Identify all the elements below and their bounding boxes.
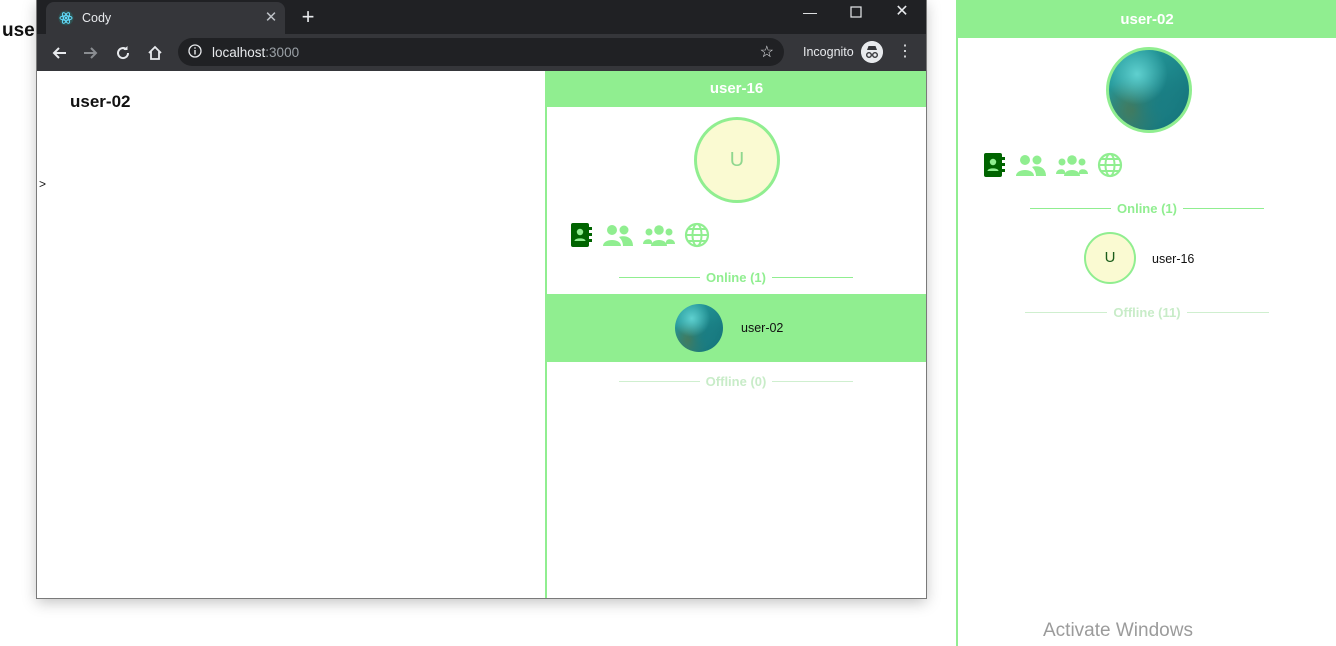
online-section-divider: Online (1) bbox=[1030, 200, 1265, 216]
close-icon[interactable]: ✕ bbox=[262, 8, 280, 26]
globe-icon[interactable] bbox=[684, 222, 710, 248]
arrow-right-icon[interactable] bbox=[77, 39, 105, 67]
contacts-book-icon[interactable] bbox=[982, 152, 1006, 178]
page-content: user-02 > user-16 U Online (1) user-02 O… bbox=[37, 71, 926, 598]
reload-icon[interactable] bbox=[109, 39, 137, 67]
sidebar-header: user-16 bbox=[547, 71, 926, 107]
maximize-icon[interactable] bbox=[834, 0, 878, 28]
url-host: localhost bbox=[212, 45, 266, 60]
browser-toolbar: localhost:3000 ☆ Incognito ⋮ bbox=[37, 34, 926, 71]
home-icon[interactable] bbox=[141, 39, 169, 67]
url-port: :3000 bbox=[265, 45, 300, 60]
globe-icon[interactable] bbox=[1097, 152, 1123, 178]
outer-chat-sidebar: user-02 Online (1) U user-16 Offline (11… bbox=[956, 0, 1336, 646]
browser-window: Cody ✕ + — ✕ localhost:3000 ☆ Incognito … bbox=[37, 0, 926, 598]
user-avatar[interactable]: U bbox=[694, 117, 780, 203]
react-logo-icon bbox=[58, 10, 74, 26]
offline-section-divider: Offline (11) bbox=[1025, 304, 1269, 320]
kebab-menu-icon[interactable]: ⋮ bbox=[895, 39, 915, 67]
contact-name: user-02 bbox=[741, 321, 784, 335]
contact-row-user-02[interactable]: user-02 bbox=[547, 294, 926, 362]
tab-cody[interactable]: Cody ✕ bbox=[46, 2, 285, 34]
arrow-left-icon[interactable] bbox=[45, 39, 73, 67]
contact-avatar bbox=[675, 304, 723, 352]
online-label: Online (1) bbox=[1117, 200, 1177, 216]
url-text: localhost:3000 bbox=[212, 45, 299, 60]
tab-title: Cody bbox=[82, 11, 112, 25]
info-icon[interactable] bbox=[188, 44, 202, 58]
inner-chat-sidebar: user-16 U Online (1) user-02 Offline (0) bbox=[545, 71, 926, 598]
star-icon[interactable]: ☆ bbox=[760, 42, 774, 62]
contacts-book-icon[interactable] bbox=[569, 222, 593, 248]
minimize-icon[interactable]: — bbox=[788, 0, 832, 28]
user-friends-icon[interactable] bbox=[1015, 152, 1047, 178]
offline-label: Offline (11) bbox=[1113, 304, 1181, 320]
tab-strip: Cody ✕ + — ✕ bbox=[37, 0, 926, 34]
user-friends-icon[interactable] bbox=[602, 222, 634, 248]
user-avatar[interactable] bbox=[1106, 47, 1192, 133]
window-close-icon[interactable]: ✕ bbox=[880, 0, 924, 28]
offline-section-divider: Offline (0) bbox=[619, 373, 854, 389]
online-section-divider: Online (1) bbox=[619, 269, 854, 285]
sidebar-icon-row bbox=[569, 222, 719, 248]
page-user-title: user-02 bbox=[70, 92, 131, 111]
address-bar[interactable]: localhost:3000 ☆ bbox=[178, 38, 784, 66]
incognito-icon[interactable] bbox=[861, 41, 883, 63]
contact-avatar: U bbox=[1084, 232, 1136, 284]
users-group-icon[interactable] bbox=[643, 222, 675, 248]
contact-row-user-16[interactable]: U user-16 bbox=[958, 228, 1336, 290]
contact-name: user-16 bbox=[1152, 252, 1195, 266]
users-group-icon[interactable] bbox=[1056, 152, 1088, 178]
online-label: Online (1) bbox=[706, 269, 766, 285]
plus-icon[interactable]: + bbox=[296, 4, 320, 30]
incognito-label: Incognito bbox=[803, 45, 854, 59]
activate-windows-watermark: Activate Windows bbox=[1043, 620, 1193, 641]
page-caret: > bbox=[39, 177, 47, 191]
sidebar-icon-row bbox=[982, 152, 1132, 178]
sidebar-header: user-02 bbox=[958, 2, 1336, 38]
offline-label: Offline (0) bbox=[705, 373, 767, 389]
